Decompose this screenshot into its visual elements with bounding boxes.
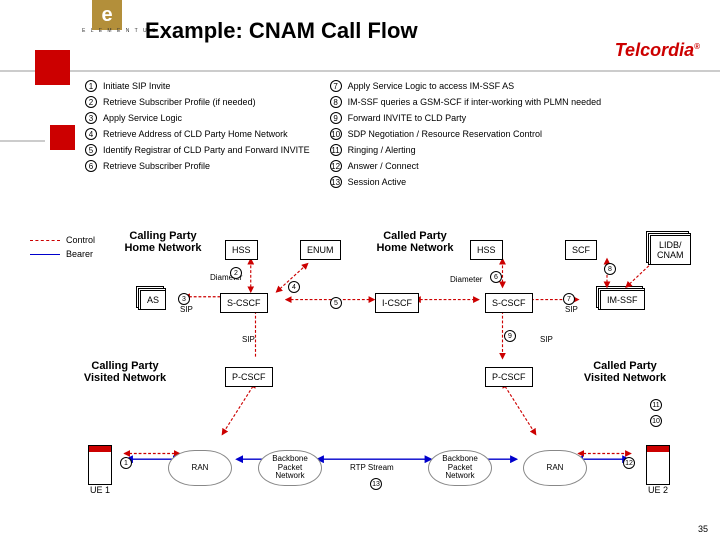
step-marker: 4: [288, 281, 300, 293]
step-text: Forward INVITE to CLD Party: [348, 113, 467, 123]
rtp-label: RTP Stream: [350, 463, 394, 472]
step-number-icon: 7: [330, 80, 342, 92]
step-marker: 13: [370, 478, 382, 490]
step-marker: 8: [604, 263, 616, 275]
sip-label: SIP: [540, 335, 553, 344]
step-item: 9 Forward INVITE to CLD Party: [330, 112, 602, 124]
step-item: 5 Identify Registrar of CLD Party and For…: [85, 144, 310, 156]
divider: [0, 140, 45, 142]
s-cscf-node: S-CSCF: [220, 293, 268, 313]
im-ssf-node: IM-SSF: [600, 290, 645, 310]
step-item: 10 SDP Negotiation / Resource Reservation…: [330, 128, 602, 140]
backbone-cloud: BackbonePacketNetwork: [428, 450, 492, 486]
logo-icon: e: [92, 0, 122, 30]
p-cscf-node: P-CSCF: [485, 367, 533, 387]
backbone-cloud: BackbonePacketNetwork: [258, 450, 322, 486]
step-item: 8 IM-SSF queries a GSM-SCF if inter-worki…: [330, 96, 602, 108]
ran-cloud: RAN: [523, 450, 587, 486]
step-text: Initiate SIP Invite: [103, 81, 170, 91]
brand-logo: Telcordia: [615, 40, 700, 61]
ue2-label: UE 2: [646, 485, 670, 495]
diameter-label: Diameter: [450, 275, 482, 284]
scf-node: SCF: [565, 240, 597, 260]
bearer-line-icon: [30, 254, 60, 255]
step-number-icon: 3: [85, 112, 97, 124]
step-text: Retrieve Subscriber Profile: [103, 161, 210, 171]
step-item: 13 Session Active: [330, 176, 602, 188]
step-marker: 7: [563, 293, 575, 305]
enum-node: ENUM: [300, 240, 341, 260]
calling-home-label: Calling PartyHome Network: [118, 230, 208, 254]
step-number-icon: 2: [85, 96, 97, 108]
ran-cloud: RAN: [168, 450, 232, 486]
step-number-icon: 11: [330, 144, 342, 156]
step-number-icon: 6: [85, 160, 97, 172]
step-text: IM-SSF queries a GSM-SCF if inter-workin…: [348, 97, 602, 107]
step-item: 1 Initiate SIP Invite: [85, 80, 310, 92]
step-item: 6 Retrieve Subscriber Profile: [85, 160, 310, 172]
divider: [0, 70, 720, 72]
ue2-icon: [646, 445, 670, 485]
calling-visited-label: Calling PartyVisited Network: [70, 360, 180, 384]
sip-label: SIP: [565, 305, 578, 314]
sip-label: SIP: [242, 335, 255, 344]
step-marker: 3: [178, 293, 190, 305]
step-number-icon: 13: [330, 176, 342, 188]
step-number-icon: 1: [85, 80, 97, 92]
page-title: Example: CNAM Call Flow: [145, 18, 418, 44]
step-marker: 11: [650, 399, 662, 411]
called-visited-label: Called PartyVisited Network: [570, 360, 680, 384]
step-text: Answer / Connect: [348, 161, 419, 171]
ue1-icon: [88, 445, 112, 485]
hss-node: HSS: [470, 240, 503, 260]
step-marker: 9: [504, 330, 516, 342]
step-item: 2 Retrieve Subscriber Profile (if needed): [85, 96, 310, 108]
step-text: Retrieve Subscriber Profile (if needed): [103, 97, 256, 107]
step-number-icon: 10: [330, 128, 342, 140]
step-text: SDP Negotiation / Resource Reservation C…: [348, 129, 542, 139]
page-number: 35: [698, 524, 708, 534]
step-marker: 2: [230, 267, 242, 279]
called-home-label: Called PartyHome Network: [370, 230, 460, 254]
call-flow-diagram: Control Bearer: [10, 235, 710, 520]
decor-square: [50, 125, 75, 150]
step-item: 7 Apply Service Logic to access IM-SSF AS: [330, 80, 602, 92]
step-number-icon: 8: [330, 96, 342, 108]
legend-control: Control: [66, 235, 95, 245]
control-line-icon: [30, 240, 60, 241]
p-cscf-node: P-CSCF: [225, 367, 273, 387]
step-item: 11 Ringing / Alerting: [330, 144, 602, 156]
step-marker: 12: [623, 457, 635, 469]
ue1-label: UE 1: [88, 485, 112, 495]
step-text: Retrieve Address of CLD Party Home Netwo…: [103, 129, 288, 139]
step-text: Apply Service Logic to access IM-SSF AS: [348, 81, 515, 91]
legend: Control Bearer: [30, 235, 95, 263]
step-marker: 5: [330, 297, 342, 309]
step-number-icon: 12: [330, 160, 342, 172]
steps-list: 1 Initiate SIP Invite 2 Retrieve Subscriber…: [85, 80, 601, 188]
step-item: 3 Apply Service Logic: [85, 112, 310, 124]
step-item: 12 Answer / Connect: [330, 160, 602, 172]
step-marker: 10: [650, 415, 662, 427]
decor-square: [35, 50, 70, 85]
legend-bearer: Bearer: [66, 249, 93, 259]
step-number-icon: 4: [85, 128, 97, 140]
step-number-icon: 9: [330, 112, 342, 124]
step-marker: 6: [490, 271, 502, 283]
lidb-node: LIDB/CNAM: [650, 235, 691, 265]
step-text: Apply Service Logic: [103, 113, 182, 123]
step-text: Identify Registrar of CLD Party and Forw…: [103, 145, 310, 155]
s-cscf-node: S-CSCF: [485, 293, 533, 313]
step-text: Session Active: [348, 177, 407, 187]
sip-label: SIP: [180, 305, 193, 314]
step-item: 4 Retrieve Address of CLD Party Home Netw…: [85, 128, 310, 140]
step-marker: 1: [120, 457, 132, 469]
step-text: Ringing / Alerting: [348, 145, 416, 155]
step-number-icon: 5: [85, 144, 97, 156]
as-node: AS: [140, 290, 166, 310]
i-cscf-node: I-CSCF: [375, 293, 419, 313]
hss-node: HSS: [225, 240, 258, 260]
